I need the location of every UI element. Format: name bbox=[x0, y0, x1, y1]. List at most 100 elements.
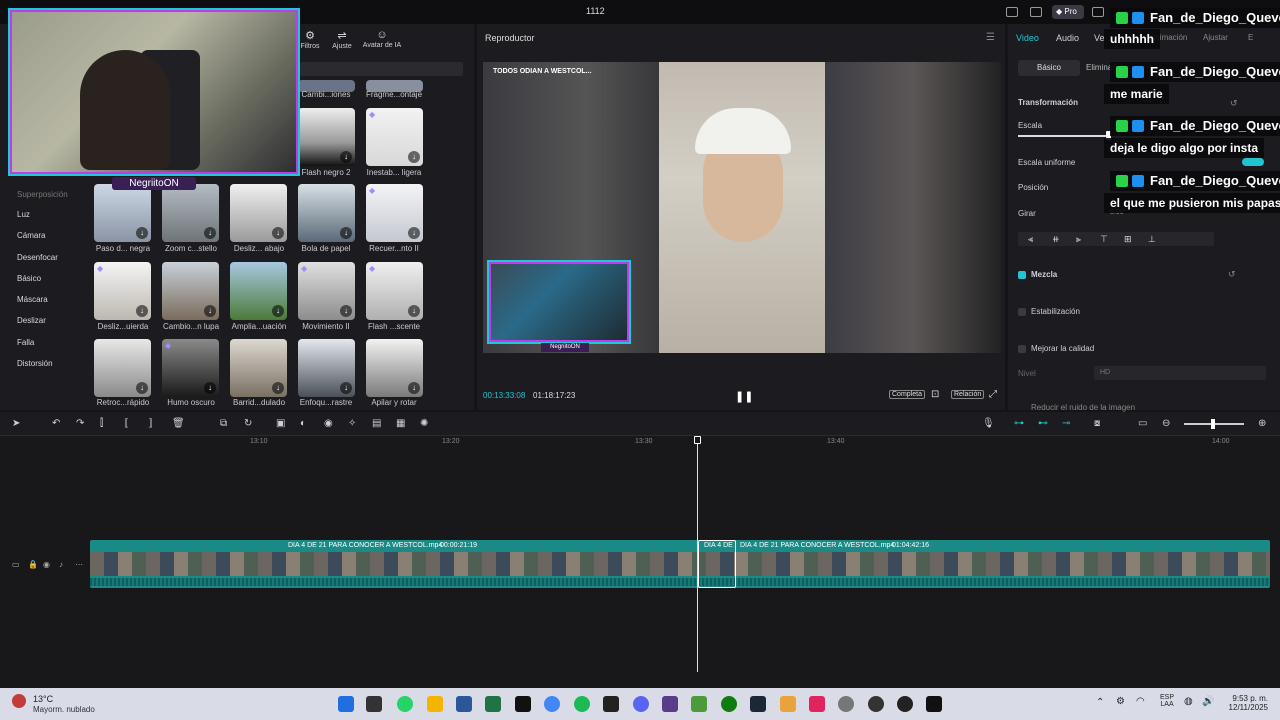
monitor-icon[interactable] bbox=[1030, 7, 1042, 17]
clock[interactable]: 9:53 p. m. 12/11/2025 bbox=[1222, 694, 1268, 712]
tab-ai-avatar[interactable]: ☺ Avatar de IA bbox=[360, 29, 404, 49]
effect-thumb[interactable]: ↓ bbox=[94, 184, 151, 242]
pause-button[interactable]: ❚❚ bbox=[735, 390, 753, 403]
minecraft-icon[interactable] bbox=[691, 696, 707, 712]
caption-icon[interactable]: ▤ bbox=[372, 418, 381, 429]
category-basic[interactable]: Básico bbox=[0, 268, 88, 289]
quality-checkbox[interactable] bbox=[1018, 345, 1026, 353]
fullscreen-quality-button[interactable]: Completa bbox=[889, 390, 925, 399]
align-middle-icon[interactable]: ⊞ bbox=[1124, 234, 1132, 245]
playhead[interactable] bbox=[697, 440, 698, 672]
tab-video[interactable]: Video bbox=[1016, 33, 1039, 43]
spotify-icon[interactable] bbox=[574, 696, 590, 712]
category-overlay[interactable]: Superposición bbox=[0, 191, 88, 204]
expand-icon[interactable]: ⤢ bbox=[989, 389, 997, 400]
effect-thumb[interactable]: ◆ ↓ bbox=[366, 184, 423, 242]
category-distortion[interactable]: Distorsión bbox=[0, 353, 88, 374]
download-icon[interactable]: ↓ bbox=[340, 305, 352, 317]
download-icon[interactable]: ↓ bbox=[408, 305, 420, 317]
download-icon[interactable]: ↓ bbox=[340, 382, 352, 394]
download-icon[interactable]: ↓ bbox=[272, 305, 284, 317]
obs-icon[interactable] bbox=[868, 696, 884, 712]
track-video-icon[interactable]: ▭ bbox=[12, 560, 20, 569]
share-icon[interactable] bbox=[1092, 7, 1104, 17]
download-icon[interactable]: ↓ bbox=[136, 227, 148, 239]
effect-thumb[interactable]: ◆ ↓ bbox=[366, 262, 423, 320]
start-icon[interactable] bbox=[338, 696, 354, 712]
effect-thumb[interactable]: ↓ bbox=[298, 108, 355, 166]
weather-description[interactable]: Mayorm. nublado bbox=[33, 705, 95, 714]
chevron-up-icon[interactable]: ⌃ bbox=[1096, 697, 1104, 708]
download-icon[interactable]: ↓ bbox=[272, 382, 284, 394]
download-icon[interactable]: ↓ bbox=[272, 227, 284, 239]
layout-icon[interactable] bbox=[1006, 7, 1018, 17]
capcut-active-icon[interactable] bbox=[926, 696, 942, 712]
download-icon[interactable]: ↓ bbox=[340, 227, 352, 239]
align-top-icon[interactable]: ⊤ bbox=[1100, 234, 1108, 245]
language-indicator[interactable]: ESP LAA bbox=[1160, 694, 1174, 708]
file-explorer-icon[interactable] bbox=[427, 696, 443, 712]
split-icon[interactable]: ⫿ bbox=[100, 418, 103, 429]
effect-thumb[interactable]: ◆ ↓ bbox=[366, 108, 423, 166]
zoom-out-icon[interactable]: ⊖ bbox=[1162, 418, 1170, 429]
effect-thumb[interactable]: ↓ bbox=[298, 339, 355, 397]
download-icon[interactable]: ↓ bbox=[408, 382, 420, 394]
reset-icon[interactable]: ↺ bbox=[1230, 98, 1238, 109]
effect-thumb[interactable]: ◆ ↓ bbox=[94, 262, 151, 320]
uniform-scale-toggle[interactable] bbox=[1242, 158, 1264, 166]
download-icon[interactable]: ↓ bbox=[340, 151, 352, 163]
pro-badge[interactable]: ◆ Pro bbox=[1052, 5, 1084, 19]
effect-thumb[interactable]: ◆ ↓ bbox=[162, 339, 219, 397]
network-icon[interactable]: ⚙ bbox=[1116, 696, 1125, 707]
zoom-in-icon[interactable]: ⊕ bbox=[1258, 418, 1266, 429]
ratio-button[interactable]: Relación bbox=[951, 390, 985, 399]
reset-icon[interactable]: ↺ bbox=[1228, 269, 1236, 280]
blend-checkbox[interactable] bbox=[1018, 271, 1026, 279]
selected-clip[interactable] bbox=[698, 540, 736, 588]
tab-more[interactable]: E bbox=[1248, 33, 1253, 42]
freeze-icon[interactable]: ▣ bbox=[276, 418, 285, 429]
magic-icon[interactable]: ✧ bbox=[348, 418, 356, 429]
delete-icon[interactable]: 🗑 bbox=[172, 418, 185, 429]
preview-icon[interactable]: ⧇ bbox=[1094, 418, 1100, 429]
download-icon[interactable]: ↓ bbox=[408, 151, 420, 163]
rotate-icon[interactable]: ↻ bbox=[244, 418, 252, 429]
tab-adjust[interactable]: ⇌ Ajuste bbox=[322, 29, 362, 50]
whatsapp-icon[interactable] bbox=[397, 696, 413, 712]
link-icon[interactable]: ⊶ bbox=[1014, 418, 1024, 429]
effect-thumb[interactable]: ↓ bbox=[230, 339, 287, 397]
tab-speed[interactable]: Ve bbox=[1094, 33, 1105, 43]
settings-icon[interactable] bbox=[838, 696, 854, 712]
app-icon[interactable] bbox=[662, 696, 678, 712]
effect-thumb[interactable]: ↓ bbox=[94, 339, 151, 397]
eye-icon[interactable]: ◉ bbox=[43, 560, 50, 569]
microphone-icon[interactable]: 🎙 bbox=[982, 418, 995, 429]
effect-thumb[interactable]: ↓ bbox=[366, 339, 423, 397]
audio-icon[interactable]: ♪ bbox=[59, 560, 63, 569]
align-right-icon[interactable]: ⫸ bbox=[1076, 234, 1081, 245]
app-icon[interactable] bbox=[780, 696, 796, 712]
more-icon[interactable]: ⋯ bbox=[75, 560, 83, 569]
download-icon[interactable]: ↓ bbox=[204, 227, 216, 239]
search-input[interactable] bbox=[300, 62, 463, 76]
category-camera[interactable]: Cámara bbox=[0, 225, 88, 246]
crop-icon[interactable]: ⊡ bbox=[931, 389, 939, 400]
align-left-icon[interactable]: ⫷ bbox=[1028, 234, 1033, 245]
align-center-icon[interactable]: ⧺ bbox=[1052, 234, 1060, 245]
undo-icon[interactable]: ↶ bbox=[52, 418, 60, 429]
select-cursor-icon[interactable]: ➤ bbox=[12, 418, 20, 429]
split-left-icon[interactable]: ⟦ bbox=[124, 418, 129, 429]
discord-icon[interactable] bbox=[633, 696, 649, 712]
effect-thumb[interactable]: ↓ bbox=[162, 262, 219, 320]
tiktok-icon[interactable] bbox=[809, 696, 825, 712]
download-icon[interactable]: ↓ bbox=[136, 382, 148, 394]
task-view-icon[interactable] bbox=[366, 696, 382, 712]
speed-icon[interactable]: ◉ bbox=[324, 418, 333, 429]
effect-thumb[interactable]: ◆ ↓ bbox=[298, 262, 355, 320]
video-track[interactable]: DIA 4 DE 21 PARA CONOCER A WESTCOL.mp4 0… bbox=[90, 540, 1270, 588]
weather-icon[interactable] bbox=[12, 694, 26, 708]
download-icon[interactable]: ↓ bbox=[204, 382, 216, 394]
mirror-icon[interactable]: ◐ bbox=[300, 418, 306, 429]
menu-icon[interactable]: ☰ bbox=[986, 32, 995, 43]
download-icon[interactable]: ↓ bbox=[136, 305, 148, 317]
